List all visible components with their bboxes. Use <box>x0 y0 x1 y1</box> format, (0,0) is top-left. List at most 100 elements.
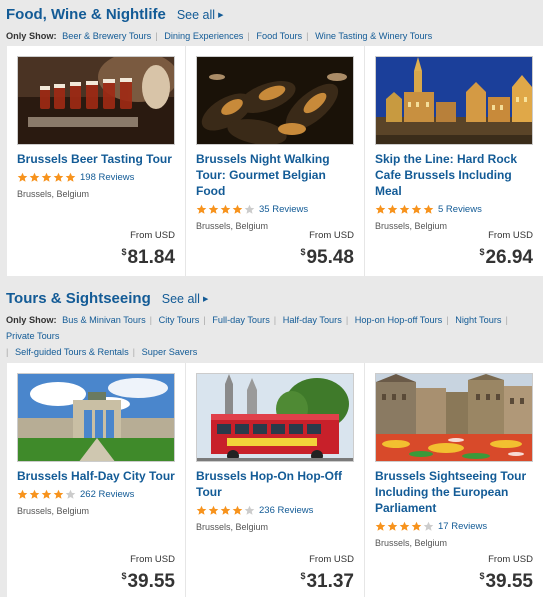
arrow-right-icon: ▶ <box>218 12 224 19</box>
only-show-label: Only Show: <box>6 315 57 325</box>
see-all-link[interactable]: See all ▶ <box>177 8 224 22</box>
star-icon <box>411 204 422 214</box>
card-title[interactable]: Brussels Sightseeing Tour Including the … <box>375 468 543 516</box>
star-icon <box>375 521 386 531</box>
star-icon <box>17 489 28 499</box>
star-icon <box>208 204 219 214</box>
reviews-link[interactable]: 262 Reviews <box>80 489 134 500</box>
beer-glasses-image[interactable] <box>17 56 175 145</box>
star-icon <box>411 521 422 531</box>
product-card[interactable]: Brussels Night Walking Tour: Gourmet Bel… <box>186 46 365 276</box>
star-icon <box>375 204 386 214</box>
rating: 5 Reviews <box>375 203 543 215</box>
filter-link[interactable]: Half-day Tours <box>283 315 342 325</box>
location: Brussels, Belgium <box>196 522 269 532</box>
product-card[interactable]: Brussels Hop-On Hop-Off Tour 236 Reviews… <box>186 363 365 597</box>
star-icon <box>232 505 243 515</box>
price: $31.37 <box>300 571 354 592</box>
product-card[interactable]: Brussels Sightseeing Tour Including the … <box>365 363 543 597</box>
section-title: Tours & Sightseeing <box>6 290 151 307</box>
grand-place-night-image[interactable] <box>375 56 533 145</box>
price: $81.84 <box>121 247 175 268</box>
red-bus-image[interactable] <box>196 373 354 462</box>
star-icon <box>423 521 434 531</box>
price: $39.55 <box>479 571 533 592</box>
reviews-link[interactable]: 35 Reviews <box>259 204 308 215</box>
product-card[interactable]: Brussels Half-Day City Tour 262 Reviews … <box>7 363 186 597</box>
filter-link[interactable]: Dining Experiences <box>164 31 243 41</box>
see-all-link[interactable]: See all ▶ <box>162 292 209 306</box>
price: $39.55 <box>121 571 175 592</box>
product-card[interactable]: Brussels Beer Tasting Tour 198 Reviews B… <box>7 46 186 276</box>
star-icon <box>41 489 52 499</box>
product-card[interactable]: Skip the Line: Hard Rock Cafe Brussels I… <box>365 46 543 276</box>
card-title[interactable]: Skip the Line: Hard Rock Cafe Brussels I… <box>375 151 543 199</box>
price: $26.94 <box>479 247 533 268</box>
reviews-link[interactable]: 236 Reviews <box>259 505 313 516</box>
filter-link[interactable]: Bus & Minivan Tours <box>62 315 146 325</box>
card-row: Brussels Beer Tasting Tour 198 Reviews B… <box>7 46 543 276</box>
reviews-link[interactable]: 198 Reviews <box>80 172 134 183</box>
star-rating <box>17 489 77 500</box>
star-icon <box>196 204 207 214</box>
reviews-link[interactable]: 17 Reviews <box>438 521 487 532</box>
filter-link[interactable]: Super Savers <box>142 347 198 357</box>
location: Brussels, Belgium <box>375 538 448 548</box>
star-icon <box>232 204 243 214</box>
card-title[interactable]: Brussels Night Walking Tour: Gourmet Bel… <box>196 151 364 199</box>
filter-bar: Only Show: Beer & Brewery Tours | Dining … <box>6 31 433 41</box>
only-show-label: Only Show: <box>6 31 57 41</box>
filter-link[interactable]: Night Tours <box>455 315 501 325</box>
price-from-label: From USD <box>130 230 175 241</box>
star-rating <box>17 172 77 183</box>
card-title[interactable]: Brussels Half-Day City Tour <box>17 468 185 484</box>
filter-link[interactable]: Full-day Tours <box>212 315 270 325</box>
star-rating <box>196 505 256 516</box>
price-box: From USD $31.37 <box>300 554 354 592</box>
price-box: From USD $95.48 <box>300 230 354 268</box>
filter-link[interactable]: Self-guided Tours & Rentals <box>15 347 129 357</box>
filter-link[interactable]: City Tours <box>159 315 200 325</box>
star-icon <box>53 172 64 182</box>
rating: 236 Reviews <box>196 504 364 516</box>
price-box: From USD $81.84 <box>121 230 175 268</box>
section-title: Food, Wine & Nightlife <box>6 6 166 23</box>
star-icon <box>17 172 28 182</box>
price-from-label: From USD <box>130 554 175 565</box>
filter-link[interactable]: Beer & Brewery Tours <box>62 31 151 41</box>
star-icon <box>399 521 410 531</box>
star-icon <box>220 505 231 515</box>
price-box: From USD $39.55 <box>121 554 175 592</box>
filter-link[interactable]: Wine Tasting & Winery Tours <box>315 31 432 41</box>
star-icon <box>53 489 64 499</box>
star-icon <box>29 489 40 499</box>
mussels-image[interactable] <box>196 56 354 145</box>
flower-carpet-image[interactable] <box>375 373 533 462</box>
cinquantenaire-arch-image[interactable] <box>17 373 175 462</box>
location: Brussels, Belgium <box>17 189 90 199</box>
star-icon <box>65 489 76 499</box>
filter-bar: Only Show: Bus & Minivan Tours | City Tou… <box>6 315 508 357</box>
star-icon <box>220 204 231 214</box>
rating: 198 Reviews <box>17 171 185 183</box>
section-food-wine-nightlife: Food, Wine & Nightlife See all ▶ Only Sho… <box>0 0 543 276</box>
star-icon <box>208 505 219 515</box>
rating: 262 Reviews <box>17 488 185 500</box>
rating: 35 Reviews <box>196 203 364 215</box>
reviews-link[interactable]: 5 Reviews <box>438 204 482 215</box>
star-rating <box>375 204 435 215</box>
section-tours-sightseeing: Tours & Sightseeing See all ▶ Only Show: … <box>0 290 543 597</box>
card-row: Brussels Half-Day City Tour 262 Reviews … <box>7 363 543 597</box>
price-from-label: From USD <box>488 230 533 241</box>
section-header: Food, Wine & Nightlife See all ▶ <box>0 0 543 28</box>
filter-link[interactable]: Private Tours <box>6 331 59 341</box>
filter-link[interactable]: Hop-on Hop-off Tours <box>355 315 443 325</box>
card-title[interactable]: Brussels Beer Tasting Tour <box>17 151 185 167</box>
star-icon <box>423 204 434 214</box>
price-from-label: From USD <box>488 554 533 565</box>
card-title[interactable]: Brussels Hop-On Hop-Off Tour <box>196 468 364 500</box>
filter-link[interactable]: Food Tours <box>256 31 302 41</box>
location: Brussels, Belgium <box>17 506 90 516</box>
price-from-label: From USD <box>309 230 354 241</box>
star-icon <box>244 204 255 214</box>
